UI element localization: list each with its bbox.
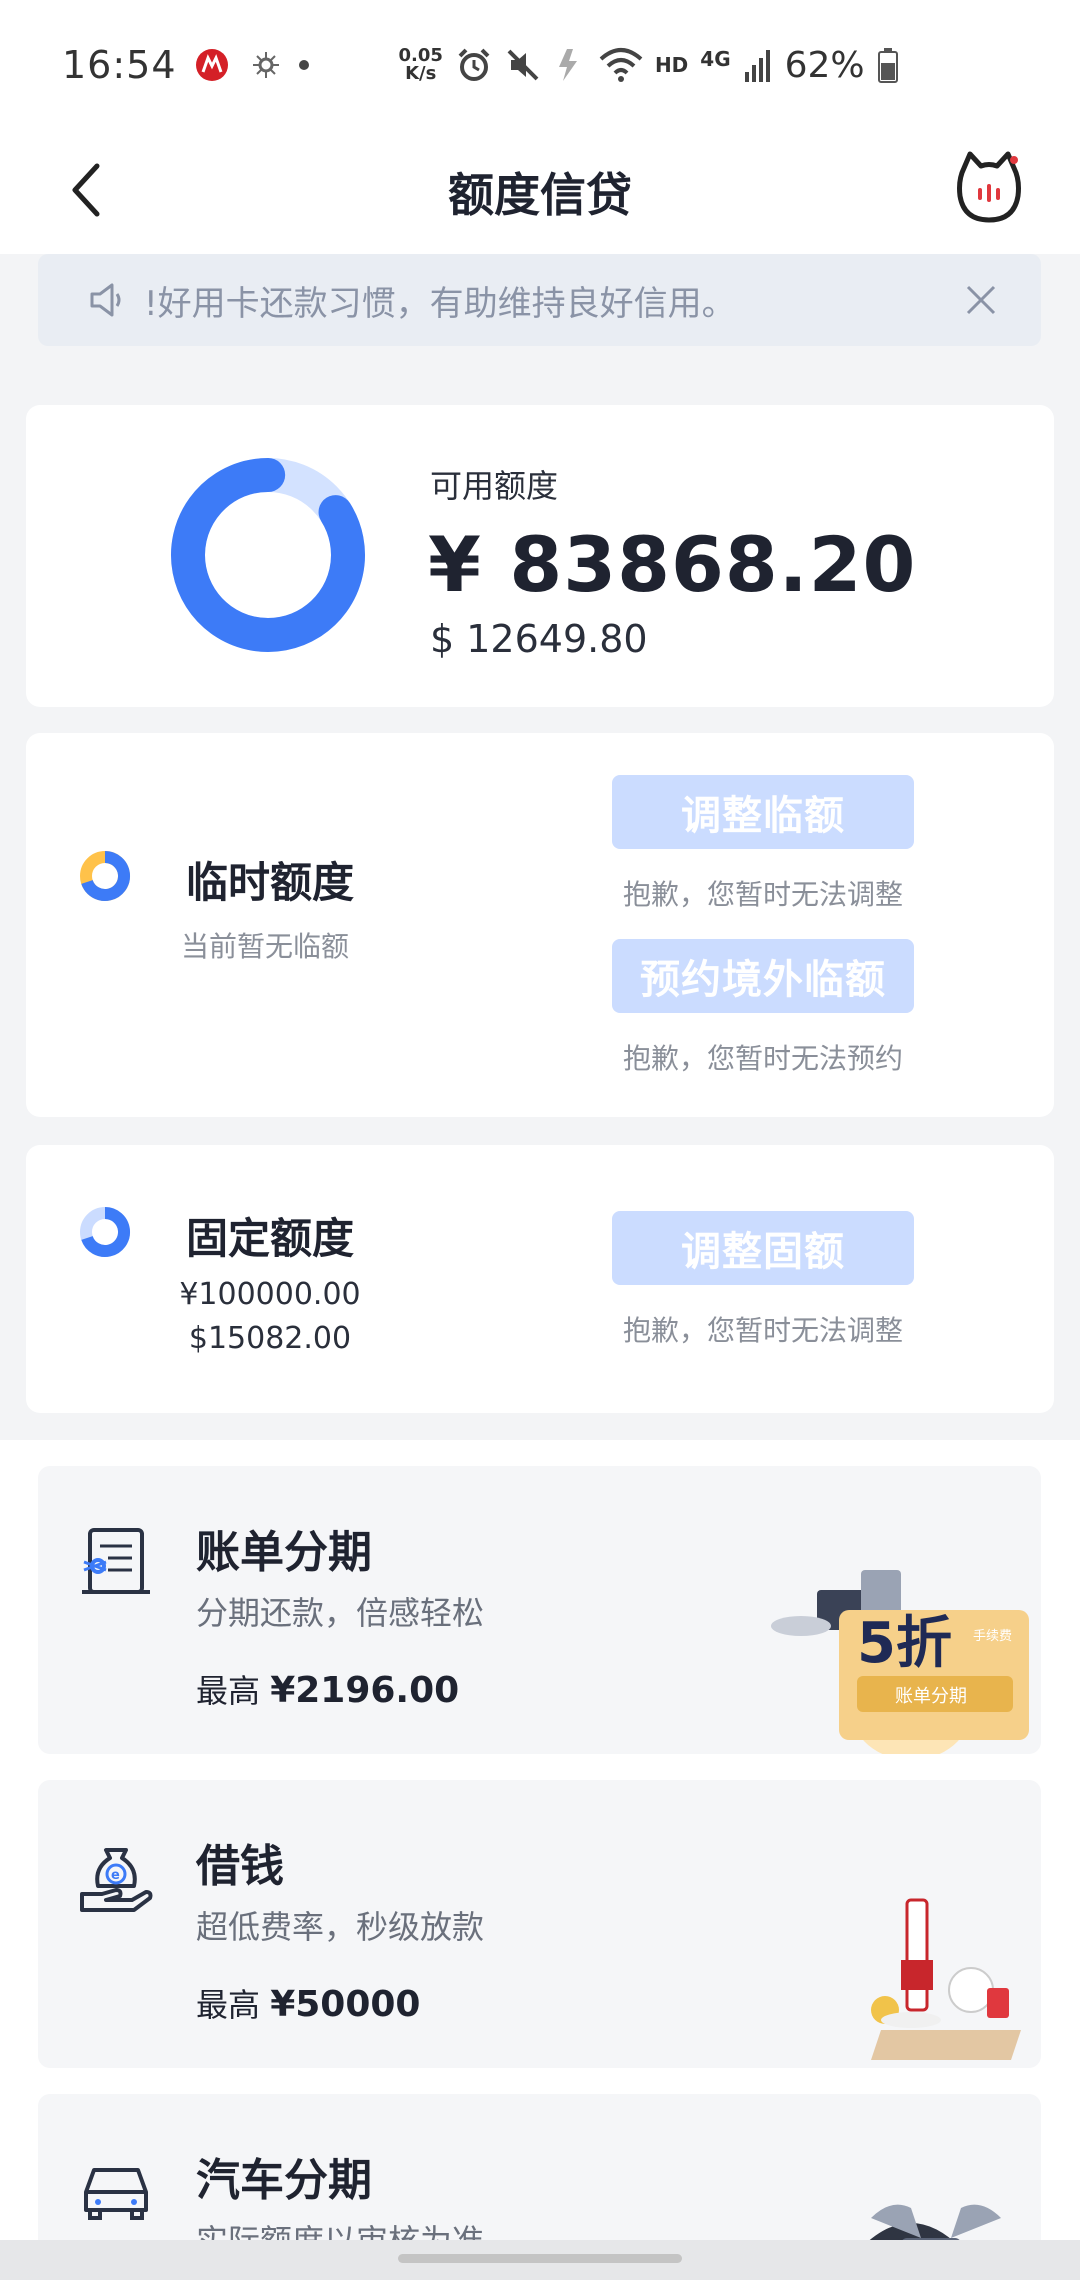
available-credit-donut — [171, 458, 365, 652]
status-time: 16:54 — [62, 43, 177, 87]
bill-installment-subtitle: 分期还款，倍感轻松 — [196, 1594, 485, 1632]
fixed-quota-cny: ¥100000.00 — [179, 1277, 361, 1312]
speaker-icon — [90, 283, 121, 317]
mute-icon — [507, 49, 539, 81]
discount-badge-label: 账单分期 — [895, 1686, 967, 1707]
status-bar: 16:54 0.05 K/s HD 4G 62% — [0, 0, 1080, 130]
bill-installment-max-value: ¥2196.00 — [270, 1670, 460, 1711]
bill-installment-max: 最高 ¥2196.00 — [196, 1670, 460, 1711]
overseas-temporary-button[interactable]: 预约境外临额 — [612, 939, 914, 1013]
notice-text: !好用卡还款习惯，有助维持良好信用。 — [144, 283, 736, 324]
notice-close-button[interactable] — [961, 280, 1001, 320]
close-icon — [966, 285, 996, 315]
more-notifications-dot — [298, 60, 309, 70]
car-installment-title: 汽车分期 — [196, 2155, 372, 2206]
gift-table-illustration — [871, 1898, 1021, 2060]
adjust-temporary-button[interactable]: 调整临额 — [612, 775, 914, 849]
available-credit-card[interactable]: 可用额度 ¥ 83868.20 $ 12649.80 — [26, 405, 1054, 707]
product-bill-installment[interactable]: 账单分期 分期还款，倍感轻松 最高 ¥2196.00 5折 手续费 账单分期 — [38, 1466, 1041, 1754]
assistant-button[interactable] — [954, 150, 1024, 226]
car-icon — [84, 2168, 148, 2220]
fixed-quota-usd: $15082.00 — [188, 1321, 352, 1356]
battery-percent: 62% — [784, 44, 865, 86]
temporary-quota-card: 临时额度 当前暂无临额 调整临额 抱歉，您暂时无法调整 预约境外临额 抱歉，您暂… — [26, 733, 1054, 1117]
notice-bar: !好用卡还款习惯，有助维持良好信用。 — [38, 254, 1041, 346]
battery-icon — [877, 48, 898, 83]
loan-max-value: ¥50000 — [270, 1984, 421, 2025]
signal-icon — [744, 50, 770, 82]
product-list: 账单分期 分期还款，倍感轻松 最高 ¥2196.00 5折 手续费 账单分期 e… — [0, 1440, 1080, 2280]
temporary-quota-icon — [80, 851, 131, 901]
alarm-icon — [458, 48, 490, 81]
fixed-quota-title: 固定额度 — [186, 1214, 355, 1263]
home-indicator[interactable] — [398, 2254, 682, 2263]
adjust-fixed-button[interactable]: 调整固额 — [612, 1211, 914, 1285]
notification-icons — [195, 48, 281, 82]
money-bag-hand-icon: e — [80, 1848, 153, 1912]
product-loan[interactable]: e 借钱 超低费率，秒级放款 最高 ¥50000 — [38, 1780, 1041, 2068]
loan-subtitle: 超低费率，秒级放款 — [196, 1908, 485, 1946]
available-credit-label: 可用额度 — [430, 467, 559, 505]
hd-indicator: HD — [654, 53, 689, 77]
discount-badge-big: 5折 — [857, 1611, 952, 1676]
app-header: 额度信贷 — [0, 130, 1080, 254]
temporary-quota-title: 临时额度 — [186, 858, 355, 907]
available-credit-usd: $ 12649.80 — [430, 617, 648, 661]
adjust-temporary-note: 抱歉，您暂时无法调整 — [622, 878, 903, 911]
data-saver-icon — [558, 49, 577, 81]
loan-max: 最高 ¥50000 — [196, 1984, 421, 2025]
bill-installment-icon — [82, 1528, 150, 1594]
network-speed: 0.05 K/s — [398, 45, 443, 84]
bill-installment-title: 账单分期 — [196, 1527, 372, 1578]
page-title: 额度信贷 — [448, 168, 632, 222]
bank-logo-icon — [195, 49, 228, 81]
temporary-quota-subtitle: 当前暂无临额 — [181, 930, 350, 963]
adjust-fixed-note: 抱歉，您暂时无法调整 — [622, 1314, 903, 1347]
fixed-quota-icon — [80, 1207, 131, 1257]
app-notification-icon — [252, 52, 279, 78]
svg-text:e: e — [111, 1868, 120, 1883]
discount-badge-small: 手续费 — [973, 1629, 1012, 1644]
back-button[interactable] — [56, 158, 116, 222]
chevron-left-icon — [72, 163, 100, 217]
available-credit-cny: ¥ 83868.20 — [428, 520, 917, 609]
cat-assistant-icon — [957, 151, 1021, 223]
wifi-icon — [599, 48, 643, 82]
network-generation: 4G — [700, 47, 731, 71]
overseas-temporary-note: 抱歉，您暂时无法预约 — [622, 1042, 903, 1075]
fixed-quota-card: 固定额度 ¥100000.00 $15082.00 调整固额 抱歉，您暂时无法调… — [26, 1145, 1054, 1413]
discount-badge-illustration: 5折 手续费 账单分期 — [771, 1570, 1029, 1754]
loan-title: 借钱 — [196, 1841, 284, 1892]
